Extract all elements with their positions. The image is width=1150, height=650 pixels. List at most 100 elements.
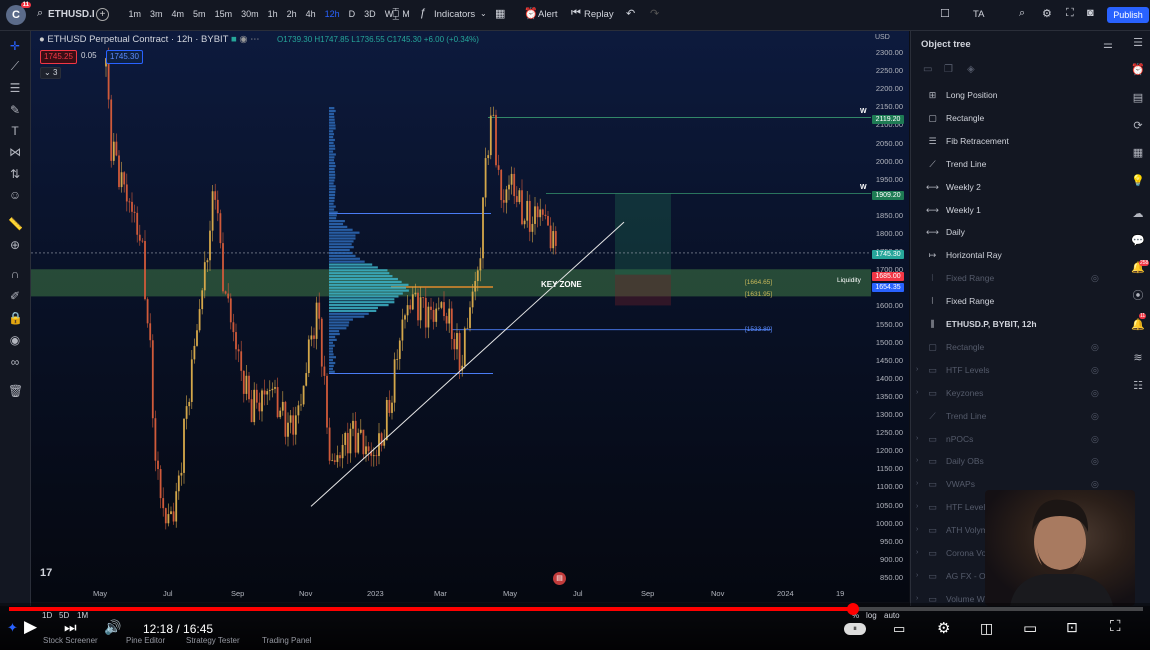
ideas-icon[interactable]: 💡 [1131,174,1145,188]
object-tree-item[interactable]: nPOCs [946,434,973,444]
hidden-eye-icon[interactable]: ◎ [1091,388,1099,399]
settings-gear-icon[interactable]: ⚙ [1042,7,1052,20]
price-chart-canvas[interactable] [31,31,909,602]
cast-icon[interactable]: ⊡ [1066,619,1078,636]
interval-2h[interactable]: 2h [282,9,301,19]
clone-icon[interactable]: ❐ [944,64,953,75]
fullscreen-player-icon[interactable]: ⛶ [1110,618,1121,635]
expand-arrow-icon[interactable]: › [916,595,918,602]
expand-arrow-icon[interactable]: › [916,366,918,373]
fib-tool-icon[interactable]: ☰ [8,81,22,95]
calendar-icon[interactable]: ▦ [1131,146,1145,160]
hidden-eye-icon[interactable]: ◎ [1091,273,1099,284]
eye-icon[interactable]: ◉ [239,34,247,45]
publish-button[interactable]: Publish [1107,7,1149,23]
interval-3D[interactable]: 3D [360,9,381,19]
object-tree-item[interactable]: Daily [946,227,965,237]
alerts-clock-icon[interactable]: ⏰ [1131,63,1145,77]
currency-label[interactable]: USD [875,34,890,41]
search-icon[interactable]: ⌕ [37,7,43,20]
multiplier-badge[interactable]: ⌄ 3 [40,67,61,79]
interval-4m[interactable]: 4m [167,9,189,19]
object-tree-item[interactable]: HTF Levels [946,502,989,512]
zoom-in-icon[interactable]: ⊕ [8,238,22,252]
text-tool-icon[interactable]: T [8,124,22,138]
interval-D[interactable]: D [344,9,360,19]
interval-M[interactable]: M [398,9,415,19]
panel-tab[interactable]: Pine Editor [126,636,165,645]
expand-arrow-icon[interactable]: › [916,480,918,487]
redo-icon[interactable]: ↷ [650,7,659,20]
indicators-icon[interactable]: ƒ [420,7,426,19]
object-tree-item[interactable]: Keyzones [946,388,983,398]
hidden-eye-icon[interactable]: ◎ [1091,434,1099,445]
tv-star-icon[interactable]: ✦ [7,620,18,636]
object-tree-item[interactable]: Long Position [946,90,998,100]
panel-tab[interactable]: Stock Screener [43,636,98,645]
pattern-tool-icon[interactable]: ⋈ [8,145,22,159]
chevron-down-icon[interactable]: ⌄ [480,9,487,18]
hidden-eye-icon[interactable]: ◎ [1091,411,1099,422]
hidden-eye-icon[interactable]: ◎ [1091,456,1099,467]
interval-5m[interactable]: 5m [189,9,211,19]
miniplayer-icon[interactable]: ◫ [980,620,993,637]
crosshair-icon[interactable]: ✛ [8,39,22,53]
range-1M[interactable]: 1M [77,611,88,620]
hidden-eye-icon[interactable]: ◎ [1091,342,1099,353]
expand-arrow-icon[interactable]: › [916,572,918,579]
camera-icon[interactable]: ◙ [1087,7,1094,19]
icon-tool-icon[interactable]: ☺ [8,188,22,202]
interval-1m[interactable]: 1m [124,9,146,19]
tradingview-logo[interactable]: 17 [40,567,52,579]
expand-arrow-icon[interactable]: › [916,457,918,464]
chart-legend-title[interactable]: ● ETHUSD Perpetual Contract · 12h · BYBI… [39,34,260,45]
expand-arrow-icon[interactable]: › [916,389,918,396]
group-icon[interactable]: ▭ [923,64,932,75]
broadcast-icon[interactable]: ⦿ [1131,289,1145,303]
expand-arrow-icon[interactable]: › [916,526,918,533]
ruler-icon[interactable]: 📏 [8,217,22,231]
more-icon[interactable]: ⋯ [250,34,260,45]
play-icon[interactable]: ▶ [24,617,37,637]
replay-button[interactable]: Replay [584,9,614,20]
object-tree-item[interactable]: Weekly 2 [946,182,981,192]
hidden-eye-icon[interactable]: ◎ [1091,365,1099,376]
autoplay-toggle[interactable]: ⏸ [844,623,866,635]
link-icon[interactable]: ∞ [8,355,22,369]
magnet-icon[interactable]: ∩ [8,267,22,281]
stay-drawing-icon[interactable]: ✐ [8,289,22,303]
brush-tool-icon[interactable]: ✎ [8,103,22,117]
scale-log_label[interactable]: log [866,611,877,620]
quick-search-icon[interactable]: ⌕ [1019,7,1025,20]
buy-price-box[interactable]: 1745.30 [106,50,143,64]
panel-tab[interactable]: Strategy Tester [186,636,240,645]
next-icon[interactable]: ⏭ [64,619,77,636]
interval-12h[interactable]: 12h [320,9,344,19]
sell-price-box[interactable]: 1745.25 [40,50,77,64]
alert-icon[interactable]: ⏰ [524,7,538,20]
object-tree-item[interactable]: Rectangle [946,113,984,123]
prediction-tool-icon[interactable]: ⇅ [8,167,22,181]
compare-plus-icon[interactable]: + [96,8,109,21]
layout-icon[interactable]: ▦ [495,7,505,20]
bell-icon[interactable]: 🔔 [1131,318,1145,332]
panel-tab[interactable]: Trading Panel [262,636,312,645]
lock-icon[interactable]: 🔒 [8,311,22,325]
interval-1h[interactable]: 1h [263,9,282,19]
expand-arrow-icon[interactable]: › [916,435,918,442]
range-1D[interactable]: 1D [42,611,52,620]
expand-arrow-icon[interactable]: › [916,549,918,556]
symbol-search[interactable]: ETHUSD.I [48,9,95,20]
object-tree-item[interactable]: Weekly 1 [946,205,981,215]
watchlist-icon[interactable]: ☰ [1131,36,1145,50]
trend-line-tool-icon[interactable]: ⟋ [8,59,22,73]
video-progress-bar[interactable] [9,607,1143,611]
scale-auto_label[interactable]: auto [884,611,900,620]
layout-single-icon[interactable]: ☐ [940,7,950,20]
object-tree-item[interactable]: Fixed Range [946,296,994,306]
candle-type-icon[interactable]: ⧮ [392,6,400,21]
chat-icon[interactable]: 💬 [1131,234,1145,248]
chart-pane[interactable]: ● ETHUSD Perpetual Contract · 12h · BYBI… [31,31,909,602]
interval-15m[interactable]: 15m [210,9,237,19]
interval-4h[interactable]: 4h [301,9,320,19]
